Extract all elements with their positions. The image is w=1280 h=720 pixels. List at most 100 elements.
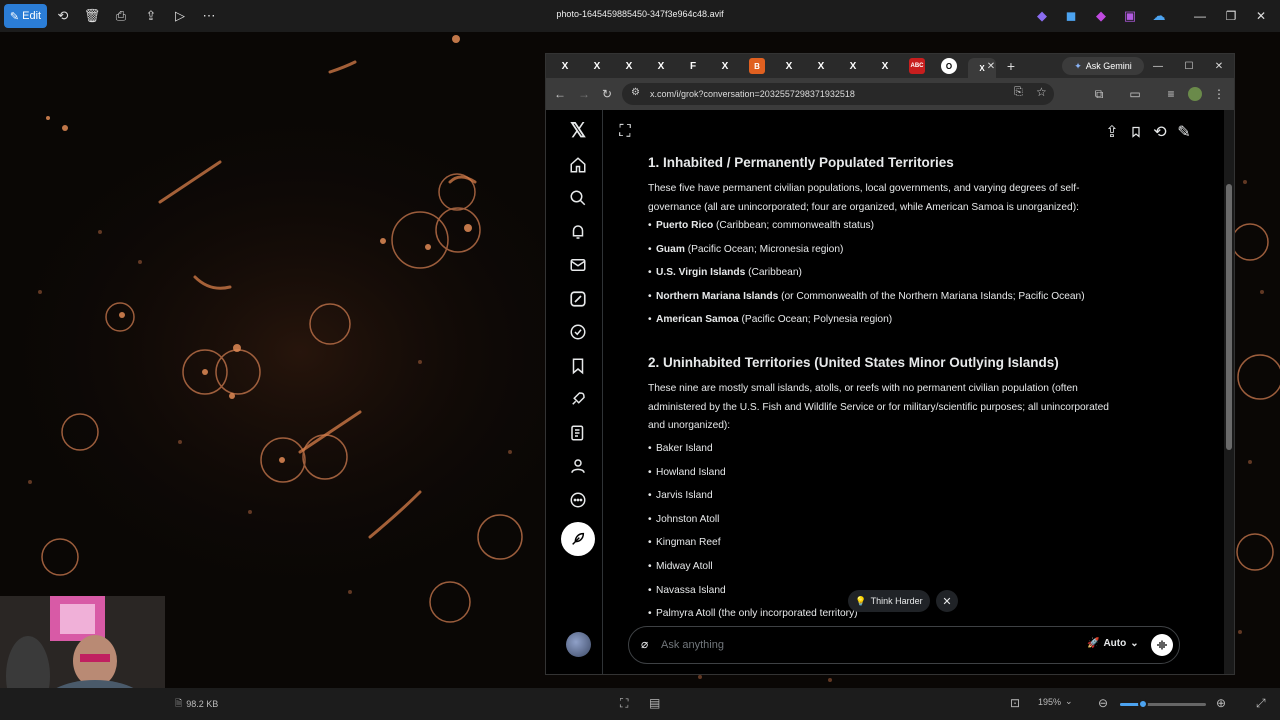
back-icon[interactable]: ← [552, 86, 568, 102]
list-item: American Samoa (Pacific Ocean; Polynesia… [648, 314, 892, 325]
bookmark-icon[interactable] [1128, 124, 1144, 140]
reload-icon[interactable]: ↻ [599, 86, 615, 102]
attach-icon[interactable]: ⌀ [641, 637, 648, 651]
browser-minimize-icon[interactable]: — [1150, 58, 1166, 74]
notifications-icon[interactable] [566, 220, 590, 244]
new-tab-icon[interactable]: + [1003, 58, 1019, 74]
voice-mode-button[interactable] [1151, 634, 1173, 656]
list-item: Howland Island [648, 467, 726, 478]
expand-icon[interactable]: ⛶ [617, 123, 633, 140]
onedrive-icon[interactable]: ☁ [1150, 7, 1168, 25]
ask-input-placeholder[interactable]: Ask anything [661, 639, 724, 651]
intro-line: These nine are mostly small islands, ato… [648, 383, 1078, 394]
tab-close-icon[interactable]: ✕ [983, 58, 999, 74]
ask-gemini-button[interactable]: ✦ Ask Gemini [1062, 57, 1144, 75]
model-selector[interactable]: 🚀 Auto ⌄ [1087, 638, 1139, 649]
text-recognition-icon[interactable]: ▤ [649, 696, 660, 710]
list-item: Guam (Pacific Ocean; Micronesia region) [648, 244, 843, 255]
fullscreen-icon[interactable]: ⤢ [1256, 696, 1266, 711]
section-heading: 2. Uninhabited Territories (United State… [648, 355, 1059, 370]
tab-x[interactable]: X [781, 58, 797, 74]
tab-x[interactable]: X [589, 58, 605, 74]
list-item: Puerto Rico (Caribbean; commonwealth sta… [648, 220, 874, 231]
new-chat-icon[interactable]: ✎ [1176, 124, 1192, 141]
premium-icon[interactable] [566, 320, 590, 344]
more-options-icon[interactable] [566, 488, 590, 512]
x-logo-icon[interactable]: 𝕏 [566, 118, 590, 142]
share-conversation-icon[interactable]: ⇪ [1104, 124, 1120, 141]
grok-icon[interactable] [566, 287, 590, 311]
home-icon[interactable] [566, 153, 590, 177]
url-field[interactable]: ⚙ x.com/i/grok?conversation=203255729837… [622, 83, 1054, 105]
rocket-icon[interactable] [566, 387, 590, 411]
list-item: U.S. Virgin Islands (Caribbean) [648, 267, 802, 278]
photo-viewer-toolbar: ✎ Edit ⟲ 🗑 ⎙ ⇪ ▷ ⋯ photo-1645459885450-3… [0, 0, 1280, 32]
profile-icon[interactable] [566, 454, 590, 478]
grok-page: 𝕏 ⛶ ⇪ ⟲ ✎ 1. Inhabited / Permanently Pop… [546, 110, 1234, 674]
bookmark-star-icon[interactable]: ☆ [1036, 85, 1047, 99]
voice-waveform-icon [1157, 640, 1167, 650]
browser-close-icon[interactable]: ✕ [1211, 58, 1227, 74]
editor-icon[interactable]: ▣ [1121, 7, 1139, 25]
site-info-icon[interactable]: ⚙ [631, 87, 640, 98]
compose-post-button[interactable] [561, 522, 595, 556]
maximize-icon[interactable]: ❐ [1222, 7, 1240, 25]
zoom-level: 195% [1038, 696, 1062, 707]
media-icon[interactable]: ≡ [1163, 86, 1179, 102]
tab-x[interactable]: X [557, 58, 573, 74]
file-size-info: 🗎 98.2 KB [175, 696, 218, 712]
x-left-nav: 𝕏 [546, 110, 603, 674]
file-title: photo-1645459885450-347f3e964c48.avif [556, 9, 724, 19]
zoom-dropdown[interactable]: 195% ⌄ [1038, 696, 1073, 707]
intro-line: These five have permanent civilian popul… [648, 183, 1080, 194]
account-avatar[interactable] [566, 632, 591, 657]
intro-line: and unorganized): [648, 420, 731, 431]
tab-o[interactable]: O [941, 58, 957, 74]
search-icon[interactable] [566, 186, 590, 210]
copilot-icon[interactable]: ◆ [1033, 7, 1051, 25]
split-view-icon[interactable]: ▭ [1127, 86, 1143, 102]
history-icon[interactable]: ⟲ [1152, 124, 1168, 141]
zoom-in-icon[interactable]: ⊕ [1216, 696, 1226, 710]
tab-x[interactable]: X [653, 58, 669, 74]
minimize-icon[interactable]: — [1191, 7, 1209, 25]
page-scrollbar[interactable] [1224, 110, 1234, 674]
dismiss-think-harder-icon[interactable]: ✕ [936, 590, 958, 612]
tab-x[interactable]: X [845, 58, 861, 74]
list-item: Navassa Island [648, 585, 726, 596]
tab-f[interactable]: F [685, 58, 701, 74]
forward-icon[interactable]: → [576, 86, 592, 102]
profile-avatar[interactable] [1187, 86, 1203, 102]
tab-x[interactable]: X [717, 58, 733, 74]
zoom-out-icon[interactable]: ⊖ [1098, 696, 1108, 710]
think-harder-button[interactable]: 💡 Think Harder [848, 590, 930, 612]
tab-strip: X X X X F X B X X X X ABC O X ✕ + ✦ Ask … [546, 54, 1234, 78]
browser-maximize-icon[interactable]: ☐ [1181, 58, 1197, 74]
tab-x[interactable]: X [877, 58, 893, 74]
scrollbar-thumb[interactable] [1226, 184, 1232, 450]
designer-icon[interactable]: ◼ [1062, 7, 1080, 25]
section-intro: These nine are mostly small islands, ato… [648, 380, 1148, 436]
tab-b[interactable]: B [749, 58, 765, 74]
scan-icon[interactable]: ⛶ [620, 696, 628, 711]
tab-x[interactable]: X [621, 58, 637, 74]
list-item: Jarvis Island [648, 490, 713, 501]
zoom-slider[interactable] [1120, 699, 1206, 709]
file-size: 98.2 KB [186, 699, 219, 709]
ask-input-bar[interactable]: ⌀ Ask anything 🚀 Auto ⌄ [628, 626, 1180, 664]
tab-x[interactable]: X [813, 58, 829, 74]
browser-menu-icon[interactable]: ⋮ [1211, 86, 1227, 102]
clipchamp-icon[interactable]: ◆ [1092, 7, 1110, 25]
extensions-icon[interactable]: ⧉ [1091, 86, 1107, 102]
install-app-icon[interactable]: ⎘ [1014, 86, 1023, 99]
fit-to-window-icon[interactable]: ⊡ [1010, 696, 1020, 710]
articles-icon[interactable] [566, 421, 590, 445]
ask-gemini-label: Ask Gemini [1085, 61, 1132, 71]
close-icon[interactable]: ✕ [1252, 7, 1270, 25]
bookmarks-icon[interactable] [566, 354, 590, 378]
section-heading: 1. Inhabited / Permanently Populated Ter… [648, 155, 954, 170]
messages-icon[interactable] [566, 253, 590, 277]
gemini-icon: ✦ [1074, 60, 1082, 71]
zoom-slider-thumb[interactable] [1138, 699, 1149, 709]
tab-abc[interactable]: ABC [909, 58, 925, 74]
